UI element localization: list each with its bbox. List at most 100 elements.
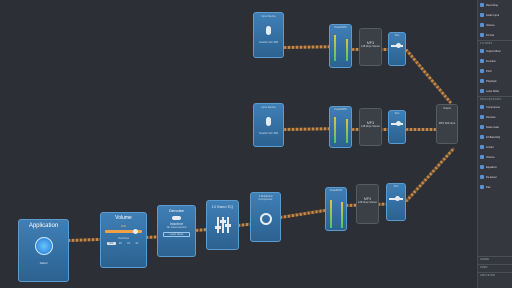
- eq-node[interactable]: 10 Band EQ: [206, 200, 239, 250]
- learn-noise-button[interactable]: Learn Noise: [163, 232, 190, 237]
- filter-icon: [480, 145, 484, 149]
- peak2-meter-bar: [334, 117, 336, 143]
- sidebar-item[interactable]: Output Mixer: [478, 46, 512, 56]
- mp3-node-1[interactable]: MP3 128 kbps Stereo: [359, 28, 382, 66]
- filter-icon: [480, 105, 484, 109]
- sidebar-item-label: Volume: [486, 23, 495, 27]
- filter-sidebar: Recording Audio Input Volume Format FILT…: [477, 0, 512, 288]
- volume-slider[interactable]: [105, 229, 142, 234]
- sidebar-footer-add-filter[interactable]: ADD FILTER: [478, 272, 512, 280]
- sidebar-item-label: 10 Band EQ: [486, 135, 501, 139]
- application-node[interactable]: Application Safari: [18, 219, 69, 282]
- sidebar-item-label: Limiter: [486, 145, 494, 149]
- sidebar-item[interactable]: Level Rider: [478, 86, 512, 96]
- overdrive-2x-button[interactable]: 2X: [117, 242, 124, 245]
- sidebar-item[interactable]: Limiter: [478, 142, 512, 152]
- sidebar-item-label: Output Mixer: [486, 49, 501, 53]
- peak-rms-node-3[interactable]: Peak/RMS: [325, 187, 347, 231]
- overdrive-3x-button[interactable]: 3X: [125, 242, 132, 245]
- denoise-toggle[interactable]: [172, 216, 181, 220]
- sidebar-item-label: Pitch: [486, 69, 492, 73]
- sidebar-item-label: Compressor: [486, 105, 501, 109]
- input2-title: Input Device: [261, 106, 276, 109]
- wire-input2-peak2: [283, 127, 331, 131]
- input1-title: Input Device: [261, 15, 276, 18]
- filter-icon: [480, 125, 484, 129]
- wire-input1-peak1: [283, 45, 331, 49]
- mp3-2-detail: 128 kbps Stereo: [361, 125, 380, 128]
- microphone-icon: [266, 26, 271, 35]
- sidebar-item[interactable]: Recording: [478, 0, 512, 10]
- sidebar-item[interactable]: Equalizer: [478, 162, 512, 172]
- sidebar-item[interactable]: Volume: [478, 152, 512, 162]
- denoise-node[interactable]: Denoise Inactive No noise learned Learn …: [157, 205, 196, 257]
- sidebar-section-1: Recording Audio Input Volume Format: [478, 0, 512, 40]
- sidebar-item[interactable]: Format: [478, 30, 512, 40]
- application-source: Safari: [39, 261, 48, 265]
- peak2-meter-bar: [346, 119, 348, 143]
- sidebar-item-label: Audio Input: [486, 13, 500, 17]
- overdrive-4x-button[interactable]: 4X: [133, 242, 140, 245]
- sidebar-item[interactable]: 10 Band EQ: [478, 132, 512, 142]
- pan2-slider[interactable]: [391, 121, 403, 126]
- peak-rms-node-2[interactable]: Peak/RMS: [329, 106, 352, 148]
- pan3-title: Pan: [393, 185, 399, 188]
- denoise-title: Denoise: [169, 208, 184, 213]
- pan1-slider[interactable]: [391, 43, 403, 48]
- peak3-meter-bar: [330, 200, 332, 228]
- filter-icon: [480, 165, 484, 169]
- peak3-title: Peak/RMS: [329, 189, 343, 192]
- sidebar-footer-share[interactable]: SHARE: [478, 256, 512, 264]
- sidebar-item[interactable]: De-Esser: [478, 172, 512, 182]
- wire-pan3-output: [404, 146, 456, 203]
- filter-icon: [480, 175, 484, 179]
- sidebar-item[interactable]: Function: [478, 56, 512, 66]
- filter-icon: [480, 89, 484, 93]
- pan1-title: Pan: [394, 34, 400, 37]
- peak3-meter-bar: [341, 202, 343, 228]
- input-device-node-2[interactable]: Input Device Scarlett 2i2 USB: [253, 103, 284, 147]
- pan-node-3[interactable]: Pan: [386, 183, 406, 221]
- sidebar-item[interactable]: Volume: [478, 20, 512, 30]
- sidebar-item[interactable]: Compressor: [478, 102, 512, 112]
- sidebar-item[interactable]: Audio Input: [478, 10, 512, 20]
- pan2-slider-knob[interactable]: [396, 121, 401, 126]
- filter-icon: [480, 13, 484, 17]
- overdrive-off-button[interactable]: OFF: [106, 242, 116, 245]
- filter-icon: [480, 69, 484, 73]
- sidebar-section-3: PROCESSORS Compressor Denoise Noise Gate…: [478, 96, 512, 192]
- input-device-node-1[interactable]: Input Device Scarlett 2i2 USB: [253, 12, 284, 58]
- filter-icon: [480, 155, 484, 159]
- wire-app-volume: [67, 237, 103, 242]
- safari-icon: [34, 237, 53, 255]
- sidebar-item-label: Playback: [486, 79, 497, 83]
- sidebar-item-label: Volume: [486, 155, 495, 159]
- sidebar-item-label: Pan: [486, 185, 491, 189]
- wire-pan2-output: [406, 128, 436, 131]
- input1-device: Scarlett 2i2 USB: [258, 41, 279, 44]
- sidebar-item-label: Function: [486, 59, 496, 63]
- volume-node[interactable]: Volume 100 Overdrive OFF 2X 3X 4X: [100, 212, 147, 268]
- filter-icon: [480, 23, 484, 27]
- volume-slider-knob[interactable]: [133, 229, 138, 234]
- sidebar-item[interactable]: Pitch: [478, 66, 512, 76]
- sidebar-item[interactable]: Noise Gate: [478, 122, 512, 132]
- compressor-node[interactable]: 4-Multiband Compressor: [250, 192, 281, 242]
- peak1-meter-bar: [334, 35, 336, 61]
- pan1-slider-knob[interactable]: [396, 43, 401, 48]
- sidebar-footer-open[interactable]: OPEN: [478, 264, 512, 272]
- pan3-slider-knob[interactable]: [395, 196, 400, 201]
- mp3-node-2[interactable]: MP3 128 kbps Stereo: [359, 108, 382, 146]
- pan3-slider[interactable]: [389, 196, 403, 201]
- peak-rms-node-1[interactable]: Peak/RMS: [329, 24, 352, 68]
- mp3-node-3[interactable]: MP3 128 kbps Stereo: [356, 184, 379, 224]
- sidebar-item-label: Equalizer: [486, 165, 497, 169]
- sidebar-item[interactable]: Playback: [478, 76, 512, 86]
- compressor-title: 4-Multiband Compressor: [258, 195, 273, 201]
- output-node[interactable]: Output MP3 Still Here: [436, 104, 458, 144]
- peak1-title: Peak/RMS: [334, 26, 347, 29]
- pan-node-1[interactable]: Pan: [388, 32, 406, 66]
- sidebar-item[interactable]: Pan: [478, 182, 512, 192]
- pan-node-2[interactable]: Pan: [388, 110, 406, 144]
- sidebar-item[interactable]: Denoise: [478, 112, 512, 122]
